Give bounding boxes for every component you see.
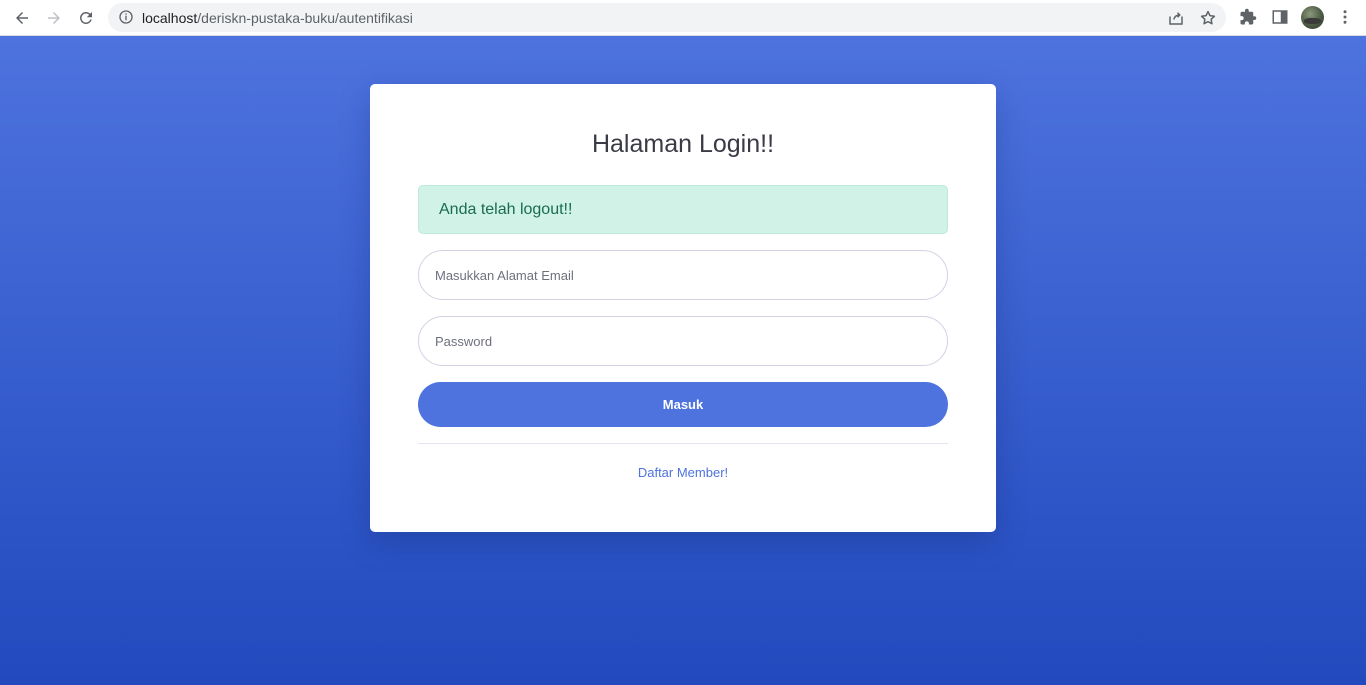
page-title: Halaman Login!! xyxy=(591,130,775,158)
url-path: /deriskn-pustaka-buku/autentifikasi xyxy=(197,10,413,26)
info-icon[interactable] xyxy=(118,9,134,25)
email-field[interactable] xyxy=(418,250,948,300)
extensions-button[interactable] xyxy=(1238,7,1258,27)
login-card: Halaman Login!! Anda telah logout!! Masu… xyxy=(370,84,996,532)
avatar[interactable] xyxy=(1301,6,1324,29)
divider xyxy=(418,443,948,444)
url-text: localhost/deriskn-pustaka-buku/autentifi… xyxy=(142,10,413,26)
side-panel-icon xyxy=(1272,10,1288,24)
side-panel-button[interactable] xyxy=(1270,7,1290,27)
forward-arrow-icon xyxy=(48,12,60,24)
menu-button[interactable] xyxy=(1335,7,1355,27)
logout-alert: Anda telah logout!! xyxy=(418,185,948,234)
reload-button[interactable] xyxy=(73,5,99,31)
reload-icon xyxy=(80,11,92,24)
star-icon[interactable] xyxy=(1199,9,1217,27)
address-bar[interactable]: localhost/deriskn-pustaka-buku/autentifi… xyxy=(108,3,1226,32)
extensions-icon xyxy=(1240,8,1257,25)
back-arrow-icon xyxy=(16,12,28,24)
share-icon[interactable] xyxy=(1167,9,1185,27)
submit-button[interactable]: Masuk xyxy=(418,382,948,427)
register-link[interactable]: Daftar Member! xyxy=(370,465,996,480)
more-vert-icon xyxy=(1343,10,1347,24)
url-host: localhost xyxy=(142,10,198,26)
browser-toolbar: localhost/deriskn-pustaka-buku/autentifi… xyxy=(0,0,1366,36)
page-background: Halaman Login!! Anda telah logout!! Masu… xyxy=(0,36,1366,685)
alert-message: Anda telah logout!! xyxy=(439,201,573,218)
password-field[interactable] xyxy=(418,316,948,366)
back-button[interactable] xyxy=(9,5,35,31)
forward-button[interactable] xyxy=(41,5,67,31)
